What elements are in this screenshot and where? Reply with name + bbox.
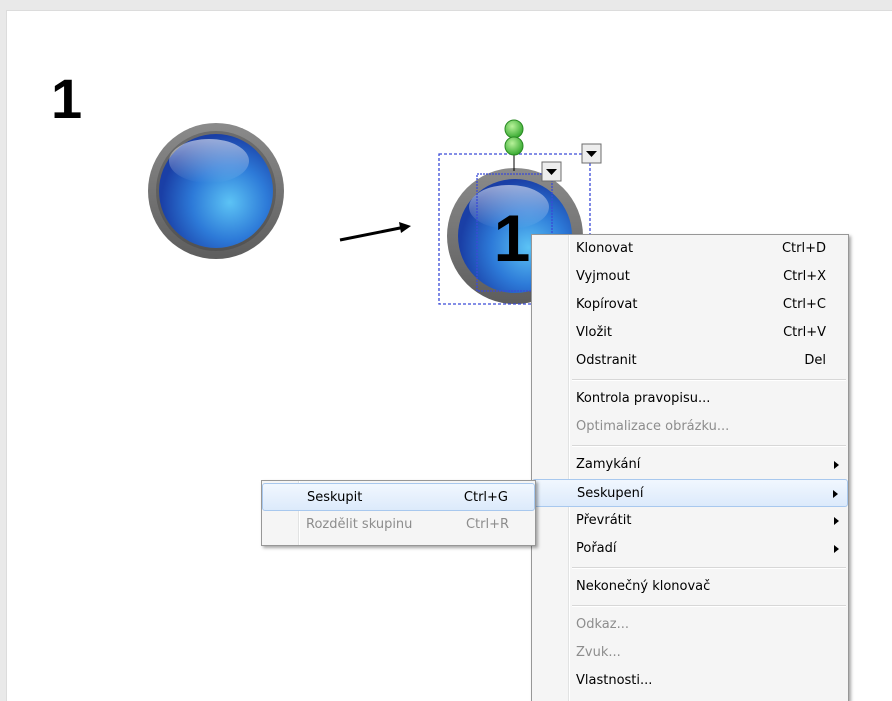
menu-item-locking[interactable]: Zamykání [532,451,848,479]
menu-separator [572,379,846,381]
menu-item-infinite-cloner[interactable]: Nekonečný klonovač [532,573,848,601]
submenu-arrow-icon [834,545,839,553]
menu-separator [572,605,846,607]
menu-item-copy[interactable]: Kopírovat Ctrl+C [532,291,848,319]
dropdown-arrow-icon[interactable] [541,161,562,182]
arrow-connector[interactable] [339,222,411,242]
menu-item-optimize-image: Optimalizace obrázku... [576,419,730,434]
menu-item-ungroup: Rozdělit skupinu Ctrl+R [306,517,509,532]
menu-item-grouping[interactable]: Seskupení [532,479,848,507]
menu-item-clone[interactable]: Klonovat Ctrl+D [532,235,848,263]
menu-item-group[interactable]: Seskupit Ctrl+G [262,483,535,511]
menu-item-spellcheck[interactable]: Kontrola pravopisu... [532,385,848,413]
submenu-arrow-icon [833,490,838,498]
dropdown-arrow-icon[interactable] [581,143,602,164]
menu-item-link: Odkaz... [576,617,629,632]
menu-item-cut[interactable]: Vyjmout Ctrl+X [532,263,848,291]
button-number-label: 1 [494,201,531,275]
menu-separator [572,567,846,569]
menu-item-delete[interactable]: Odstranit Del [532,347,848,375]
rotate-handle-icon[interactable] [504,119,524,156]
menu-item-sound: Zvuk... [576,645,621,660]
context-menu: Klonovat Ctrl+D Vyjmout Ctrl+X Kopírovat Ct… [531,234,849,701]
menu-item-flip[interactable]: Převrátit [532,507,848,535]
submenu-arrow-icon [834,461,839,469]
submenu-arrow-icon [834,517,839,525]
blue-button-shape[interactable] [148,123,284,259]
menu-item-properties[interactable]: Vlastnosti... [532,667,848,695]
menu-item-paste[interactable]: Vložit Ctrl+V [532,319,848,347]
menu-separator [572,445,846,447]
menu-item-order[interactable]: Pořadí [532,535,848,563]
grouping-submenu: Seskupit Ctrl+G Rozdělit skupinu Ctrl+R [261,480,536,546]
